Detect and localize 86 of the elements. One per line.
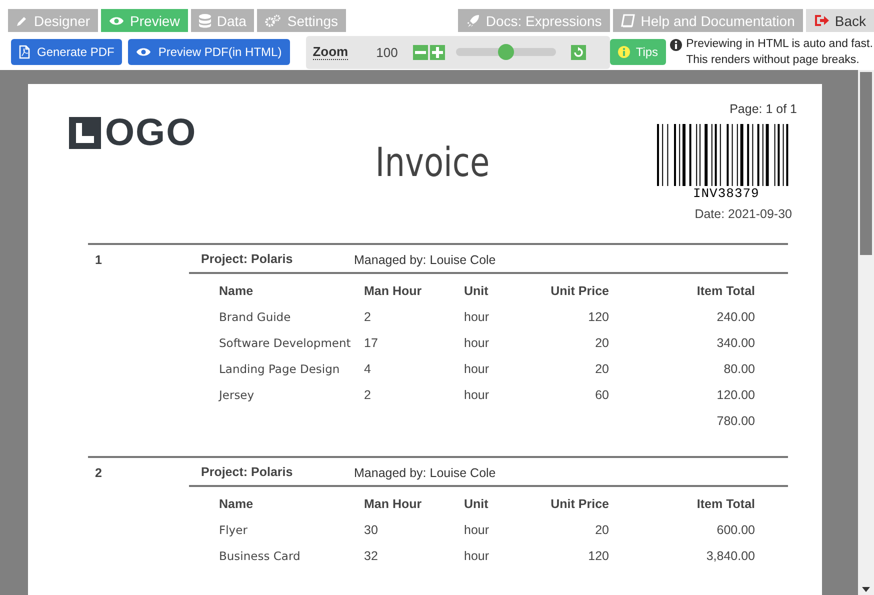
tab[interactable]: Preview: [101, 9, 188, 32]
column-header: Item Total: [696, 283, 755, 300]
tab[interactable]: Designer: [8, 9, 98, 32]
section-number: 1: [94, 252, 103, 269]
database-icon: [198, 14, 211, 28]
tips-button[interactable]: Tips: [610, 39, 666, 65]
column-header: Name: [219, 283, 254, 300]
table-cell-text: 2: [364, 387, 372, 404]
logo-icon: [69, 117, 101, 149]
plus-icon: [432, 46, 443, 58]
column-header: Unit: [464, 283, 490, 300]
table-cell-text: 2: [364, 309, 372, 326]
toolbar-button[interactable]: Generate PDF: [11, 39, 122, 65]
reset-zoom-button[interactable]: [570, 44, 586, 60]
invoice-number: INV38379: [692, 186, 760, 201]
column-header: Item Total: [696, 496, 755, 513]
invoice-title: Invoice: [376, 140, 490, 186]
table-cell-text: 80.00: [722, 361, 755, 378]
column-header: Man Hour: [364, 496, 423, 513]
zoom-in-button[interactable]: [430, 44, 445, 60]
table-cell-text: Brand Guide: [219, 309, 292, 326]
scrollbar[interactable]: [858, 70, 874, 595]
reset-icon: [572, 46, 584, 58]
table-cell-text: 3,840.00: [705, 548, 755, 565]
table-cell-text: 4: [364, 361, 372, 378]
column-header: Unit Price: [550, 496, 609, 513]
table-cell-text: 32: [364, 548, 379, 565]
project-manager: Managed by: Louise Cole: [354, 252, 496, 266]
project-name: Project: Polaris: [201, 464, 294, 478]
table-cell-text: hour: [464, 361, 490, 378]
gears-icon: [265, 14, 282, 27]
scrollbar-thumb[interactable]: [860, 72, 872, 255]
tab[interactable]: Docs: Expressions: [458, 9, 610, 32]
table-cell-text: 120: [587, 548, 609, 565]
page-number: Page: 1 of 1: [730, 102, 797, 116]
table-cell-text: 20: [594, 335, 609, 352]
table-cell-text: 240.00: [716, 309, 755, 326]
table-cell-text: Software Development: [219, 335, 352, 352]
rocket-icon: [466, 14, 480, 28]
table-cell-text: 600.00: [716, 522, 755, 539]
section-number: 2: [94, 465, 103, 482]
table-cell-text: 20: [594, 361, 609, 378]
info-text: Previewing in HTML is auto and fast. This renders without page breaks.: [686, 37, 873, 68]
table-cell-text: Flyer: [219, 522, 248, 539]
table-cell-text: hour: [464, 522, 490, 539]
table-cell-text: hour: [464, 309, 490, 326]
table-cell-text: 340.00: [716, 335, 755, 352]
tab[interactable]: Settings: [257, 9, 346, 32]
tab[interactable]: Data: [190, 9, 254, 32]
info-icon: [670, 39, 682, 51]
invoice-date: Date: 2021-09-30: [694, 207, 792, 221]
info-icon: [618, 46, 630, 58]
zoom-out-button[interactable]: [412, 44, 428, 60]
minus-icon: [414, 50, 426, 54]
table-cell-text: hour: [464, 387, 490, 404]
table-cell-text: hour: [464, 548, 490, 565]
table-cell-text: Landing Page Design: [219, 361, 341, 378]
toolbar-button[interactable]: Preview PDF(in HTML): [128, 39, 290, 65]
logo: OGO: [105, 116, 197, 150]
table-cell-text: Business Card: [219, 548, 302, 565]
project-name: Project: Polaris: [201, 252, 294, 266]
table-cell-text: 120.00: [716, 387, 755, 404]
table-cell-text: 20: [594, 522, 609, 539]
pencil-icon: [16, 14, 28, 26]
column-header: Name: [219, 496, 254, 513]
eye-icon: [136, 47, 152, 57]
table-cell-text: 60: [594, 387, 609, 404]
table-cell-text: 30: [364, 522, 379, 539]
scroll-down-icon[interactable]: [862, 587, 870, 592]
tab[interactable]: Help and Documentation: [612, 9, 803, 32]
column-header: Unit: [464, 496, 490, 513]
table-cell-text: Jersey: [219, 387, 256, 404]
exit-icon: [814, 14, 829, 27]
total-amount: 780.00: [716, 413, 755, 430]
pdf-file-icon: [19, 45, 30, 59]
slider-thumb[interactable]: [498, 44, 514, 60]
table-cell-text: hour: [464, 335, 490, 352]
zoom-value: 100: [376, 44, 398, 60]
eye-icon: [109, 16, 124, 26]
table-cell-text: 17: [364, 335, 379, 352]
project-manager: Managed by: Louise Cole: [354, 466, 496, 480]
column-header: Unit Price: [550, 283, 609, 300]
zoom-label: Zoom: [312, 44, 348, 60]
column-header: Man Hour: [364, 283, 423, 300]
table-cell-text: 120: [587, 309, 609, 326]
tab[interactable]: Back: [806, 9, 874, 32]
